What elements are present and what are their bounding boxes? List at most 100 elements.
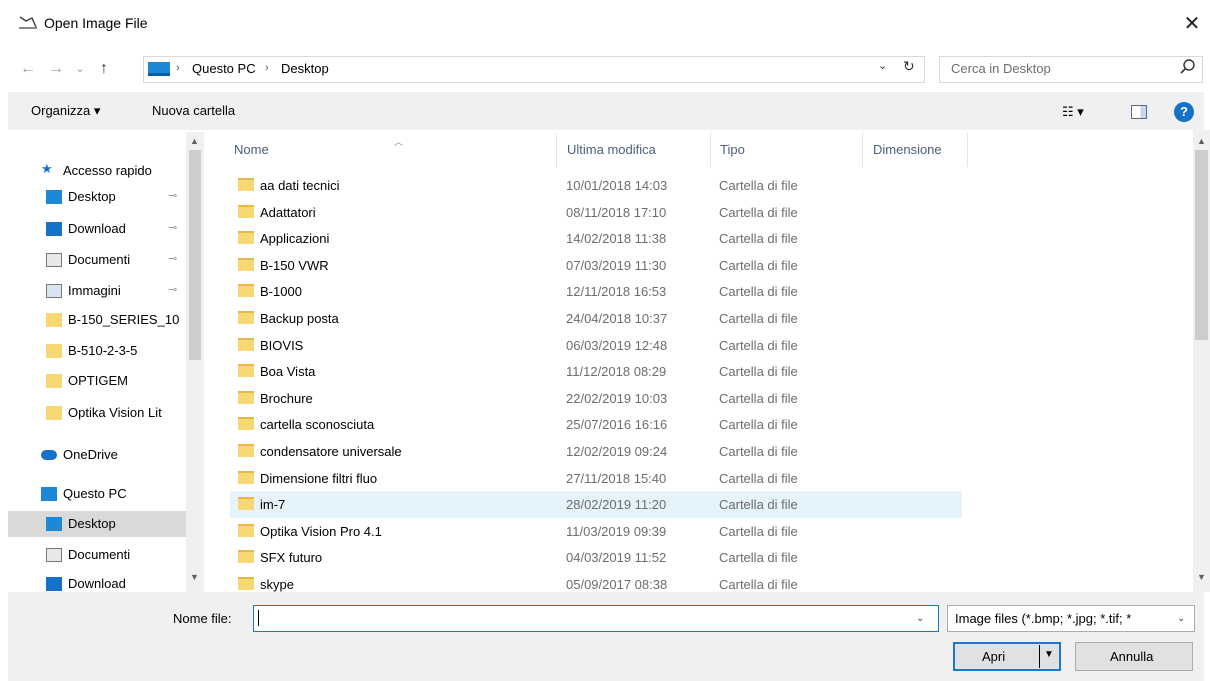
file-row[interactable]: Dimensione filtri fluo 27/11/2018 15:40 Ca…: [230, 465, 962, 492]
recent-locations-button[interactable]: ⌄: [70, 58, 90, 80]
file-row[interactable]: B-1000 12/11/2018 16:53 Cartella di file: [230, 278, 962, 305]
column-header-size[interactable]: Dimensione: [873, 142, 942, 157]
sidebar-item[interactable]: Documenti ⊸: [8, 247, 193, 273]
address-bar[interactable]: [143, 56, 925, 83]
file-type: Cartella di file: [719, 470, 798, 486]
file-row[interactable]: Optika Vision Pro 4.1 11/03/2019 09:39 Car…: [230, 518, 962, 545]
text-caret: [258, 610, 259, 626]
sidebar-item[interactable]: Documenti: [8, 542, 193, 568]
file-list-scroll-thumb[interactable]: [1195, 150, 1208, 340]
file-row[interactable]: Adattatori 08/11/2018 17:10 Cartella di fi…: [230, 199, 962, 226]
column-header-modified[interactable]: Ultima modifica: [567, 142, 656, 157]
folder-icon: [238, 390, 254, 404]
sidebar-item-label: Download: [68, 576, 126, 591]
view-options-icon[interactable]: ☷ ▾: [1062, 104, 1084, 120]
preview-pane-icon[interactable]: [1131, 105, 1147, 119]
file-row[interactable]: skype 05/09/2017 08:38 Cartella di file: [230, 571, 962, 592]
file-row[interactable]: Backup posta 24/04/2018 10:37 Cartella di …: [230, 305, 962, 332]
scroll-up-arrow-icon[interactable]: ▲: [1197, 136, 1206, 146]
sidebar-item[interactable]: Optika Vision Lit: [8, 400, 193, 426]
scroll-up-arrow-icon[interactable]: ▲: [190, 136, 199, 146]
folder-icon: [238, 577, 254, 590]
navigation-pane: ★ Accesso rapido Desktop ⊸ Download ⊸ Document…: [8, 130, 206, 592]
file-row[interactable]: aa dati tecnici 10/01/2018 14:03 Cartella …: [230, 172, 962, 199]
sidebar-item[interactable]: Desktop ⊸: [8, 184, 193, 210]
folder-icon: [238, 178, 254, 191]
sidebar-item[interactable]: OPTIGEM: [8, 368, 193, 394]
sidebar-item[interactable]: B-510-2-3-5: [8, 338, 193, 364]
breadcrumb-desktop[interactable]: Desktop: [281, 61, 329, 76]
folder-icon: [46, 374, 62, 388]
file-type: Cartella di file: [719, 497, 798, 513]
refresh-button[interactable]: ↻: [903, 58, 915, 75]
file-name: Boa Vista: [260, 364, 316, 380]
file-row[interactable]: Applicazioni 14/02/2018 11:38 Cartella di …: [230, 225, 962, 252]
window-title: Open Image File: [44, 15, 148, 31]
file-name: aa dati tecnici: [260, 178, 340, 193]
forward-button[interactable]: →: [46, 58, 66, 80]
sidebar-item[interactable]: ★ Accesso rapido: [8, 158, 193, 184]
column-separator[interactable]: [710, 133, 711, 167]
file-list: Nome ︿ Ultima modifica Tipo Dimensione a…: [206, 130, 1193, 592]
filename-dropdown-button[interactable]: ⌄: [916, 613, 924, 624]
file-row[interactable]: condensatore universale 12/02/2019 09:24 C…: [230, 438, 962, 465]
search-icon[interactable]: [1179, 58, 1197, 76]
scroll-down-arrow-icon[interactable]: ▼: [190, 572, 199, 582]
file-date: 22/02/2019 10:03: [566, 390, 668, 406]
close-button[interactable]: ✕: [1178, 10, 1206, 38]
chevron-down-icon[interactable]: ⌄: [1177, 613, 1185, 624]
file-row[interactable]: Brochure 22/02/2019 10:03 Cartella di file: [230, 385, 962, 412]
sidebar-item[interactable]: Questo PC: [8, 481, 193, 507]
download-icon: [46, 222, 62, 236]
file-date: 08/11/2018 17:10: [566, 204, 667, 220]
sidebar-item-label: OPTIGEM: [68, 373, 128, 388]
open-button-split: [1039, 645, 1040, 668]
sidebar-scroll-thumb[interactable]: [189, 150, 201, 360]
column-separator[interactable]: [967, 133, 968, 167]
folder-icon: [238, 470, 254, 484]
folder-icon: [238, 417, 254, 431]
file-type: Cartella di file: [719, 523, 798, 539]
scroll-down-arrow-icon[interactable]: ▼: [1197, 572, 1206, 582]
file-type: Cartella di file: [719, 417, 798, 433]
file-row[interactable]: B-150 VWR 07/03/2019 11:30 Cartella di fil…: [230, 252, 962, 279]
file-row[interactable]: SFX futuro 04/03/2019 11:52 Cartella di fi…: [230, 544, 962, 571]
sidebar-item-label: Questo PC: [63, 486, 127, 501]
open-options-arrow-icon[interactable]: ▼: [1044, 649, 1054, 660]
file-date: 28/02/2019 11:20: [566, 497, 667, 513]
file-name: Applicazioni: [260, 231, 330, 247]
desktop-icon: [46, 517, 62, 531]
column-separator[interactable]: [556, 133, 557, 167]
pc-icon: [41, 487, 57, 501]
file-row[interactable]: cartella sconosciuta 25/07/2016 16:16 Cart…: [230, 411, 962, 438]
file-row[interactable]: Boa Vista 11/12/2018 08:29 Cartella di fil…: [230, 358, 962, 385]
up-button[interactable]: ↑: [94, 58, 114, 80]
file-date: 14/02/2018 11:38: [566, 231, 667, 247]
sidebar-item[interactable]: Immagini ⊸: [8, 278, 193, 304]
column-separator[interactable]: [862, 133, 863, 167]
file-type: Cartella di file: [719, 204, 798, 220]
folder-icon: [46, 344, 62, 358]
file-row[interactable]: im-7 28/02/2019 11:20 Cartella di file: [230, 491, 962, 519]
file-row[interactable]: BIOVIS 06/03/2019 12:48 Cartella di file: [230, 332, 962, 359]
sidebar-item[interactable]: Desktop: [8, 511, 193, 537]
sidebar-item-label: Documenti: [68, 547, 131, 562]
folder-icon: [238, 337, 254, 351]
back-button[interactable]: ←: [18, 58, 38, 80]
pin-icon: ⊸: [168, 284, 178, 296]
address-dropdown-button[interactable]: ⌄: [878, 59, 887, 72]
column-header-type[interactable]: Tipo: [720, 142, 745, 157]
breadcrumb-questo-pc[interactable]: Questo PC: [192, 61, 256, 76]
file-date: 07/03/2019 11:30: [566, 257, 667, 273]
sidebar-item[interactable]: OneDrive: [8, 442, 193, 468]
sidebar-item[interactable]: Download: [8, 571, 193, 592]
breadcrumb-separator: ›: [176, 62, 180, 74]
filename-input[interactable]: [253, 605, 939, 632]
organize-button[interactable]: Organizza ▾: [31, 103, 100, 119]
file-name: Brochure: [260, 390, 313, 406]
new-folder-button[interactable]: Nuova cartella: [152, 103, 235, 118]
sidebar-item[interactable]: Download ⊸: [8, 216, 193, 242]
help-icon[interactable]: ?: [1174, 102, 1194, 122]
column-header-name[interactable]: Nome: [234, 142, 269, 157]
sidebar-item[interactable]: B-150_SERIES_10: [8, 307, 193, 333]
